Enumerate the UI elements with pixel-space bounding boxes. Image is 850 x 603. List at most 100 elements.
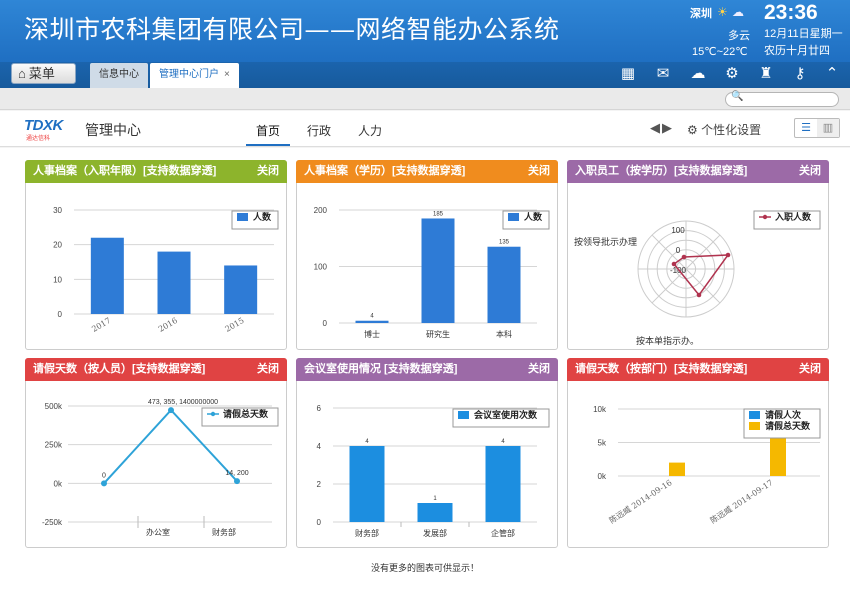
chart-bar — [349, 446, 385, 522]
weather-condition: 多云 — [728, 30, 750, 42]
scroll-arrows[interactable]: ◀▶ — [650, 120, 674, 136]
panel-close-button[interactable]: 关闭 — [257, 160, 279, 183]
legend-swatch — [749, 411, 760, 419]
panel-close-button[interactable]: 关闭 — [528, 358, 550, 381]
y-tick-label: 0 — [58, 310, 63, 319]
chart-bar — [487, 246, 521, 323]
personalize-button[interactable]: ⚙ 个性化设置 — [687, 121, 761, 138]
panel-header: 入职员工（按学历）[支持数据穿透] 关闭 — [567, 160, 829, 183]
radar-point — [696, 292, 702, 298]
legend-swatch — [210, 411, 216, 417]
panel-close-button[interactable]: 关闭 — [257, 358, 279, 381]
x-tick-label: 研究生 — [426, 329, 450, 339]
y-tick-label: 0k — [54, 479, 63, 488]
data-label: 14, 200 — [225, 470, 248, 477]
panel-close-button[interactable]: 关闭 — [528, 160, 550, 183]
legend-label: 会议室使用次数 — [474, 409, 538, 420]
panel-title: 人事档案（入职年限）[支持数据穿透] — [33, 165, 217, 177]
cloud-icon: ☁ — [732, 5, 744, 19]
panel-header: 人事档案（入职年限）[支持数据穿透] 关闭 — [25, 160, 287, 183]
footer-note: 没有更多的图表可供显示！ — [370, 563, 479, 573]
x-tick-label: 办公室 — [146, 527, 170, 537]
tab-bar: ⌂ 菜单 信息中心 管理中心门户 × ▦ ✉ ☁ ⚙ ♜ ⚷ ⌃ — [0, 62, 850, 88]
arrow-left-icon[interactable]: ◀ — [650, 120, 662, 135]
column-view-icon[interactable]: ▥ — [817, 119, 839, 137]
panel-close-button[interactable]: 关闭 — [799, 160, 821, 183]
legend-label: 请假人次 — [765, 409, 801, 420]
panel-leave-by-dept-chart: 请假天数（按部门）[支持数据穿透] 关闭 0k 5k 10k 陈远威 2014-09-1… — [567, 358, 829, 548]
list-view-icon[interactable]: ☰ — [795, 119, 817, 137]
radar-axis-label: 按领导批示办理 — [574, 236, 637, 247]
x-tick-label: 财务部 — [355, 528, 379, 538]
chart-bar — [485, 446, 521, 522]
y-tick-label: 0k — [598, 472, 607, 481]
logo-subtext: 通达信科 — [26, 136, 51, 142]
nav-hr[interactable]: 人力 — [358, 122, 382, 139]
shirt-icon[interactable]: ♜ — [756, 64, 776, 84]
radar-point — [725, 252, 731, 258]
y-tick-label: 6 — [317, 404, 322, 413]
app-title: 深圳市农科集团有限公司——网络智能办公系统 — [24, 15, 560, 44]
menu-button[interactable]: ⌂ 菜单 — [11, 63, 76, 84]
legend-label: 人数 — [252, 211, 272, 222]
panel-header: 人事档案（学历）[支持数据穿透] 关闭 — [296, 160, 558, 183]
tab-management-portal[interactable]: 管理中心门户 × — [150, 63, 239, 88]
y-tick-label: 20 — [53, 241, 62, 250]
search-box[interactable]: 🔍 — [725, 91, 839, 107]
tab-info-center[interactable]: 信息中心 — [90, 63, 148, 88]
panel-close-button[interactable]: 关闭 — [799, 358, 821, 381]
panel-title: 请假天数（按人员）[支持数据穿透] — [33, 363, 206, 375]
nav-home[interactable]: 首页 — [256, 122, 280, 139]
nav-admin[interactable]: 行政 — [307, 122, 331, 139]
panel-title: 会议室使用情况 [支持数据穿透] — [304, 363, 458, 375]
radar-tick-label: 100 — [671, 226, 685, 235]
chevron-up-icon[interactable]: ⌃ — [822, 64, 842, 84]
legend-swatch — [762, 214, 768, 220]
tab-label: 管理中心门户 — [159, 69, 219, 80]
chart-tenure: 0 10 20 30 2017 2016 2015 人数 — [53, 206, 279, 334]
data-label: 135 — [499, 240, 510, 246]
panel-header: 请假天数（按部门）[支持数据穿透] 关闭 — [567, 358, 829, 381]
settings-icon[interactable]: ⚙ — [722, 64, 742, 84]
y-tick-label: 4 — [317, 442, 322, 451]
key-icon[interactable]: ⚷ — [790, 64, 810, 84]
app-header: 深圳市农科集团有限公司——网络智能办公系统 深圳 ☀ ☁ 多云 15℃~22℃ … — [0, 0, 850, 62]
chart-bar — [90, 237, 124, 314]
search-input[interactable] — [742, 94, 834, 105]
arrow-right-icon[interactable]: ▶ — [662, 120, 674, 135]
grid-icon[interactable]: ▦ — [618, 64, 638, 84]
section-title: 管理中心 — [85, 122, 141, 138]
chart-bar — [157, 251, 191, 314]
panel-new-hires-chart: 入职员工（按学历）[支持数据穿透] 关闭 100 0 -100 按领导批示办理 按本单指示… — [567, 160, 829, 350]
data-label: 1 — [433, 496, 437, 502]
y-tick-label: 10 — [53, 275, 62, 284]
upload-icon[interactable]: ☁ — [688, 64, 708, 84]
legend-label: 人数 — [523, 211, 543, 222]
panel-tenure-chart: 人事档案（入职年限）[支持数据穿透] 关闭 0 10 20 30 2017 2016 2015… — [25, 160, 287, 350]
radar-series — [672, 254, 730, 297]
data-label: 0 — [102, 472, 106, 479]
y-tick-label: 100 — [314, 263, 328, 272]
y-tick-label: 250k — [45, 441, 63, 450]
radar-tick-label: 0 — [676, 246, 681, 255]
panel-header: 请假天数（按人员）[支持数据穿透] 关闭 — [25, 358, 287, 381]
x-tick-label: 本科 — [496, 329, 512, 339]
tab-label: 信息中心 — [99, 69, 139, 80]
active-nav-indicator — [246, 144, 290, 146]
legend-label: 请假总天数 — [223, 408, 269, 419]
mail-icon[interactable]: ✉ — [653, 64, 673, 84]
chart-leave-by-dept: 0k 5k 10k 陈远威 2014-09-16 陈远威 2014-09-17 请假人次请… — [593, 405, 821, 525]
panel-title: 请假天数（按部门）[支持数据穿透] — [575, 363, 748, 375]
data-label: 473, 355, 1400000000 — [148, 399, 218, 406]
panel-title: 入职员工（按学历）[支持数据穿透] — [575, 165, 748, 177]
chart-bar — [355, 320, 389, 323]
close-icon[interactable]: × — [224, 69, 230, 80]
chart-new-hires: 100 0 -100 按领导批示办理按本单指示办。 入职人数 — [574, 210, 821, 346]
y-tick-label: 0 — [317, 518, 322, 527]
line-point — [168, 407, 174, 414]
chart-bar — [417, 503, 453, 522]
panel-title: 人事档案（学历）[支持数据穿透] — [304, 165, 466, 177]
sun-icon: ☀ — [717, 5, 728, 19]
x-tick-label: 2017 — [90, 316, 112, 334]
personalize-label: 个性化设置 — [701, 123, 762, 137]
